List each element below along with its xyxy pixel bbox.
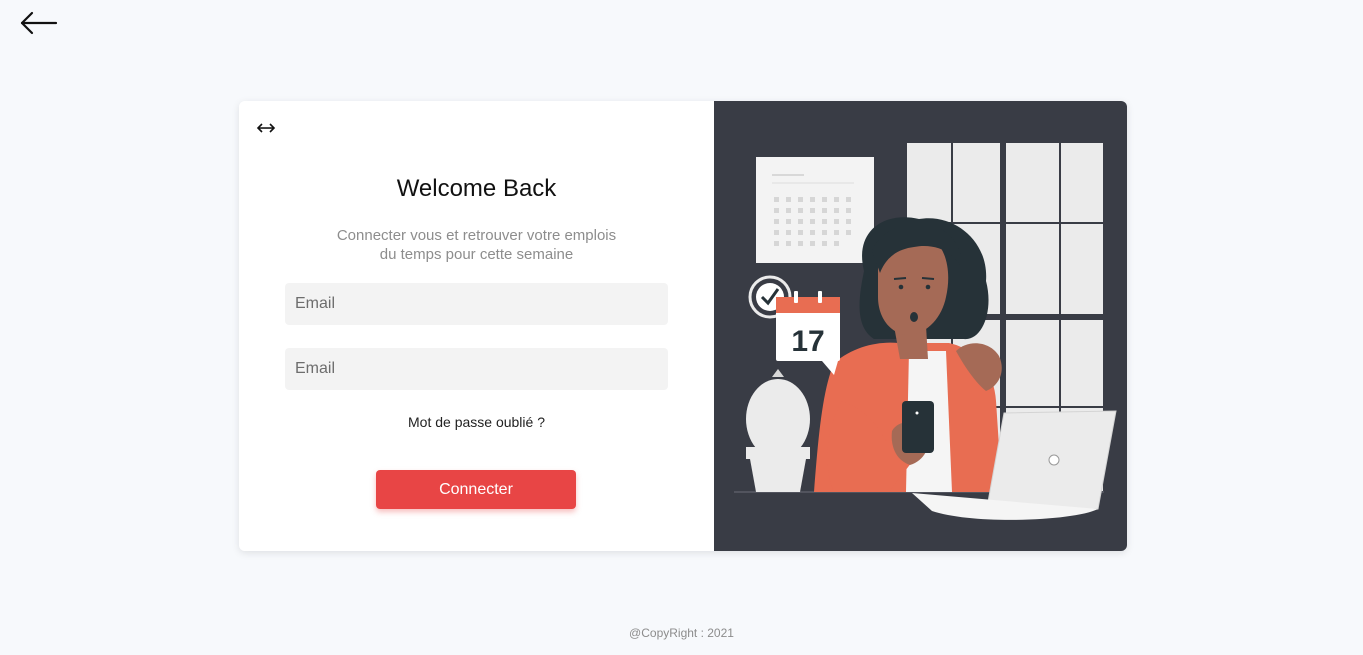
subtitle-line-2: du temps pour cette semaine xyxy=(379,246,574,263)
connect-button[interactable]: Connecter xyxy=(376,470,576,509)
login-card: Welcome Back Connecter vous et retrouver… xyxy=(239,101,1127,551)
illustration-panel: 17 xyxy=(714,101,1127,551)
email-field[interactable] xyxy=(285,283,668,325)
login-panel: Welcome Back Connecter vous et retrouver… xyxy=(239,101,714,551)
swap-button[interactable] xyxy=(255,119,277,137)
second-email-field[interactable] xyxy=(285,348,668,390)
copyright-footer: @CopyRight : 2021 xyxy=(629,626,734,640)
back-button[interactable] xyxy=(18,8,60,38)
forgot-password-link[interactable]: Mot de passe oublié ? xyxy=(239,414,714,430)
page-title: Welcome Back xyxy=(396,175,557,202)
cactus-illustration xyxy=(746,369,810,492)
page-subtitle: Connecter vous et retrouver votre emploi… xyxy=(239,226,714,264)
wall-calendar-illustration xyxy=(756,157,874,263)
woman-with-phone-illustration: 17 xyxy=(734,141,1117,520)
left-right-arrow-icon xyxy=(256,123,276,133)
calendar-day: 17 xyxy=(791,325,824,358)
subtitle-line-1: Connecter vous et retrouver votre emploi… xyxy=(336,227,617,244)
arrow-left-icon xyxy=(20,11,58,35)
desk-calendar-illustration: 17 xyxy=(776,291,840,375)
